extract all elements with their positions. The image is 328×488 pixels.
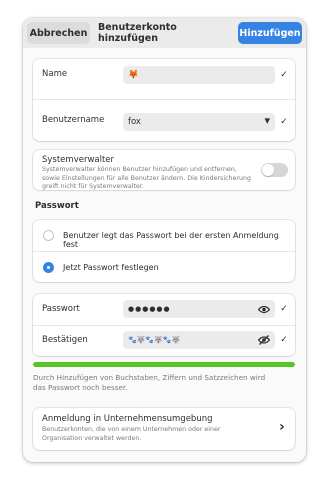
- username-check-icon: ✓: [280, 117, 288, 127]
- admin-title: Systemverwalter: [42, 155, 115, 165]
- radio-set-now[interactable]: [43, 262, 54, 273]
- chevron-right-icon: ›: [279, 419, 285, 435]
- name-input[interactable]: 🦊: [123, 66, 275, 84]
- password-section-title: Passwort: [35, 201, 79, 211]
- password-fields-card: Passwort ●●●●●● ✓ Bestätigen 🐾🐺🐾🐺🐾🐺 ✓: [33, 294, 295, 356]
- password-check-icon: ✓: [280, 304, 288, 314]
- admin-toggle[interactable]: [261, 163, 288, 177]
- header-bar: Abbrechen Benutzerkonto hinzufügen Hinzu…: [23, 18, 306, 48]
- confirm-label: Bestätigen: [42, 335, 88, 345]
- name-label: Name: [42, 69, 68, 79]
- add-button[interactable]: Hinzufügen: [238, 22, 302, 44]
- enterprise-title: Anmeldung in Unternehmensumgebung: [42, 414, 213, 424]
- divider: [33, 325, 295, 326]
- hide-password-icon[interactable]: [258, 335, 270, 345]
- show-password-icon[interactable]: [258, 305, 270, 314]
- add-user-dialog: Abbrechen Benutzerkonto hinzufügen Hinzu…: [23, 18, 306, 462]
- enterprise-description: Benutzerkonten, die von einem Unternehme…: [42, 426, 221, 442]
- confirm-check-icon: ✓: [280, 335, 288, 345]
- account-info-card: Name 🦊 ✓ Benutzername fox ▾ ✓: [33, 59, 295, 141]
- admin-description: Systemverwalter können Benutzer hinzufüg…: [42, 166, 251, 190]
- radio-set-later[interactable]: [43, 230, 54, 241]
- username-label: Benutzername: [42, 115, 105, 125]
- password-mode-card: Benutzer legt das Passwort bei der erste…: [33, 220, 295, 282]
- cancel-button[interactable]: Abbrechen: [27, 22, 90, 44]
- name-check-icon: ✓: [280, 70, 288, 80]
- divider: [33, 251, 295, 252]
- confirm-value: 🐾🐺🐾🐺🐾🐺: [128, 336, 181, 344]
- password-label: Passwort: [42, 304, 80, 314]
- confirm-input[interactable]: 🐾🐺🐾🐺🐾🐺: [123, 331, 275, 349]
- password-strength-fill: [33, 362, 295, 367]
- username-combo[interactable]: fox ▾: [123, 113, 275, 131]
- option-set-now-label: Jetzt Passwort festlegen: [63, 263, 159, 272]
- dialog-title: Benutzerkonto hinzufügen: [98, 22, 177, 44]
- password-input[interactable]: ●●●●●●: [123, 300, 275, 318]
- enterprise-login-row[interactable]: Anmeldung in Unternehmensumgebung Benutz…: [33, 408, 295, 450]
- password-hint: Durch Hinzufügen von Buchstaben, Ziffern…: [33, 373, 266, 392]
- password-value: ●●●●●●: [128, 305, 171, 313]
- admin-card: Systemverwalter Systemverwalter können B…: [33, 150, 295, 190]
- option-set-later-label: Benutzer legt das Passwort bei der erste…: [63, 231, 279, 249]
- password-strength-bar: [33, 362, 295, 367]
- dropdown-arrow-icon[interactable]: ▾: [264, 114, 270, 127]
- username-value: fox: [128, 117, 141, 127]
